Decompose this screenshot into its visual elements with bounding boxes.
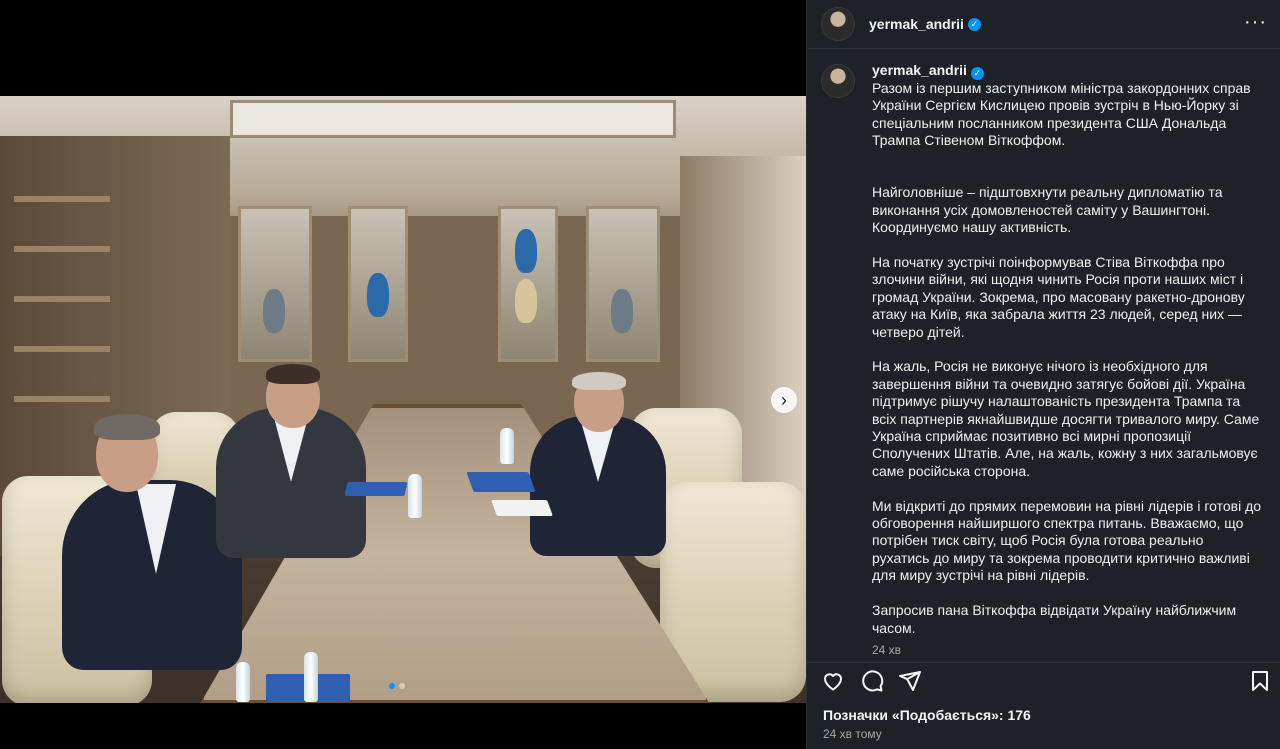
- carousel-dot: [389, 683, 395, 689]
- post-actions: [807, 662, 1280, 699]
- photo-vase: [611, 289, 633, 333]
- photo-folder: [466, 472, 536, 492]
- photo-display-cabinet: [586, 206, 660, 362]
- photo-shelf: [14, 296, 110, 302]
- photo-vase: [515, 279, 537, 323]
- heart-icon[interactable]: [821, 669, 845, 693]
- photo-hair: [266, 364, 320, 384]
- photo-vase: [367, 273, 389, 317]
- post-header: yermak_andrii ✓ ···: [807, 0, 1280, 49]
- photo-vase: [515, 229, 537, 273]
- photo-hair: [94, 414, 160, 440]
- photo-shelf: [14, 246, 110, 252]
- carousel-dot: [399, 683, 405, 689]
- post-side-panel: yermak_andrii ✓ ··· yermak_andrii ✓ Разом…: [806, 0, 1280, 749]
- author-avatar[interactable]: [821, 7, 855, 41]
- photo-display-cabinet: [348, 206, 408, 362]
- caption-paragraph: Ми відкриті до прямих перемовин на рівні…: [872, 497, 1262, 584]
- verified-badge-icon: ✓: [970, 67, 984, 80]
- photo-water-bottle: [304, 652, 318, 702]
- photo-water-bottle: [500, 428, 514, 464]
- caption-author-username[interactable]: yermak_andrii: [872, 62, 967, 78]
- photo-water-bottle: [408, 474, 422, 518]
- carousel-indicator: [389, 683, 405, 689]
- post-photo[interactable]: [0, 96, 806, 703]
- photo-shelf: [14, 196, 110, 202]
- caption-author-avatar[interactable]: [821, 64, 855, 98]
- photo-water-bottle: [236, 662, 250, 702]
- photo-folder: [344, 482, 408, 496]
- photo-ceiling-panel: [230, 100, 676, 138]
- more-options-icon[interactable]: ···: [1244, 12, 1267, 32]
- comment-icon[interactable]: [860, 669, 884, 693]
- chevron-right-icon: ›: [781, 390, 787, 410]
- photo-hair: [572, 372, 626, 390]
- carousel-next-button[interactable]: ›: [771, 387, 797, 413]
- caption-paragraph: Найголовніше – підштовхнути реальну дипл…: [872, 184, 1223, 236]
- bookmark-icon[interactable]: [1248, 669, 1272, 693]
- caption-paragraph: Запросив пана Віткоффа відвідати Україну…: [872, 602, 1237, 636]
- photo-shelf: [14, 346, 110, 352]
- photo-display-cabinet: [238, 206, 312, 362]
- caption-paragraph: Разом із першим заступником міністра зак…: [872, 80, 1251, 149]
- likes-count[interactable]: Позначки «Подобається»: 176: [823, 707, 1031, 723]
- send-icon[interactable]: [898, 669, 922, 693]
- post-caption: yermak_andrii ✓ Разом із першим заступник…: [821, 62, 1269, 659]
- author-username[interactable]: yermak_andrii: [869, 16, 964, 32]
- photo-vase: [263, 289, 285, 333]
- post-media: ›: [0, 0, 806, 749]
- posted-time[interactable]: 24 хв тому: [823, 727, 882, 741]
- verified-badge-icon: ✓: [967, 17, 981, 31]
- caption-body: yermak_andrii ✓ Разом із першим заступник…: [872, 62, 1264, 659]
- caption-paragraph: На жаль, Росія не виконує нічого із необ…: [872, 358, 1260, 479]
- photo-display-cabinet: [498, 206, 558, 362]
- photo-paper: [491, 500, 553, 516]
- caption-paragraph: На початку зустрічі поінформував Стіва В…: [872, 254, 1245, 340]
- photo-shelf: [14, 396, 110, 402]
- caption-timestamp[interactable]: 24 хв: [872, 642, 1264, 659]
